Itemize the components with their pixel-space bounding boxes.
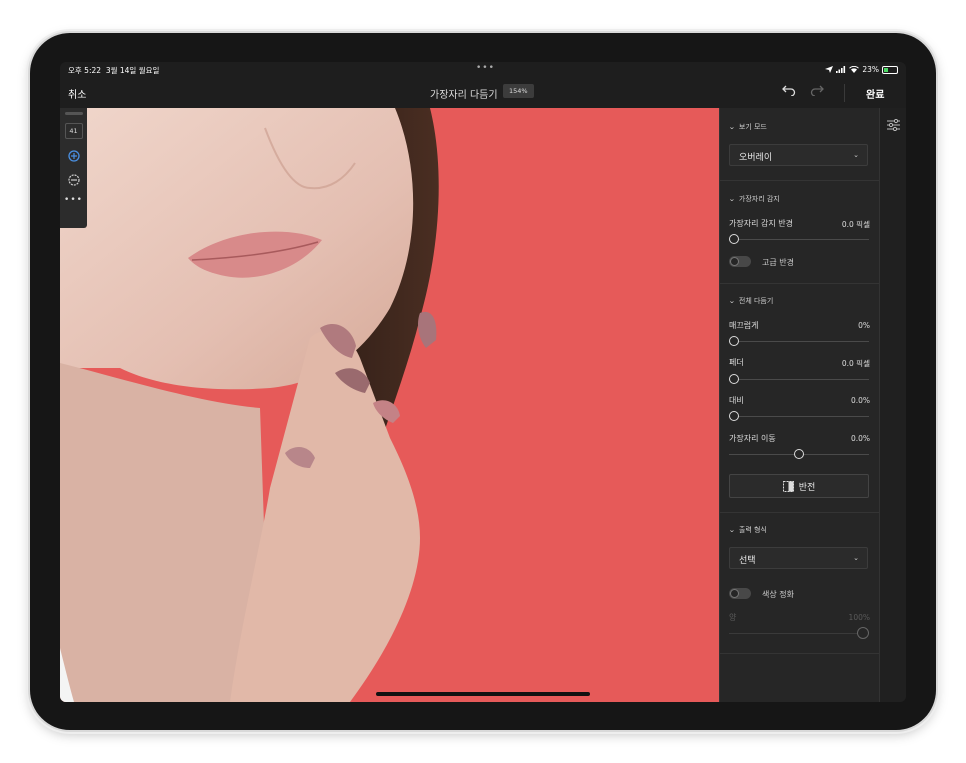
feather-slider[interactable] xyxy=(729,374,869,384)
slider-knob[interactable] xyxy=(729,374,739,384)
status-time: 오후 5:22 xyxy=(68,66,102,75)
slider-knob[interactable] xyxy=(729,336,739,346)
output-select[interactable]: 선택 ⌄ xyxy=(729,547,868,569)
app-screen: 오후 5:22 3월 14일 월요일 ••• 23% 취소 가장자리 다듬기 1… xyxy=(60,62,906,702)
portrait-photo xyxy=(60,108,439,702)
fingernail-shape xyxy=(418,311,437,348)
redo-icon[interactable] xyxy=(810,84,824,100)
chevron-down-icon: ⌄ xyxy=(853,554,859,562)
refine-edge-panel: ⌄ 보기 모드 오버레이 ⌄ ⌄ 가장자리 감지 가장자리 감지 반경 0.0 … xyxy=(719,108,880,702)
feather-label: 페더 xyxy=(729,358,744,367)
shift-edge-label: 가장자리 이동 xyxy=(729,434,776,443)
wifi-icon xyxy=(849,66,860,73)
chevron-down-icon: ⌄ xyxy=(853,151,859,159)
decontaminate-label: 색상 정화 xyxy=(762,590,794,599)
slider-knob[interactable] xyxy=(794,449,804,459)
section-view-mode[interactable]: ⌄ 보기 모드 xyxy=(728,122,766,132)
add-brush-icon[interactable] xyxy=(67,149,81,163)
amount-value: 100% xyxy=(848,613,870,622)
top-toolbar: 취소 가장자리 다듬기 154% 완료 xyxy=(60,78,906,109)
chevron-down-icon: ⌄ xyxy=(728,123,736,131)
contrast-slider[interactable] xyxy=(729,411,869,421)
section-edge-detection[interactable]: ⌄ 가장자리 감지 xyxy=(728,194,779,204)
done-button[interactable]: 완료 xyxy=(866,86,884,101)
section-divider xyxy=(720,512,880,513)
smooth-value: 0% xyxy=(858,321,870,330)
section-divider xyxy=(720,653,880,654)
toolbar-divider xyxy=(844,84,845,102)
cancel-button[interactable]: 취소 xyxy=(68,86,86,101)
chevron-down-icon: ⌄ xyxy=(728,297,736,305)
invert-button[interactable]: 반전 xyxy=(729,474,869,498)
battery-percent: 23% xyxy=(862,65,879,74)
slider-knob[interactable] xyxy=(729,234,739,244)
cellular-signal-icon xyxy=(836,66,846,73)
more-options-icon[interactable]: ••• xyxy=(64,195,83,205)
advanced-radius-label: 고급 반경 xyxy=(762,258,794,267)
zoom-level-badge[interactable]: 154% xyxy=(503,84,534,98)
section-divider xyxy=(720,180,880,181)
battery-icon xyxy=(882,65,898,74)
smooth-label: 매끄럽게 xyxy=(729,321,759,330)
amount-label: 양 xyxy=(729,613,737,622)
slider-knob[interactable] xyxy=(729,411,739,421)
feather-value: 0.0 픽셀 xyxy=(841,359,870,368)
contrast-value: 0.0% xyxy=(850,396,870,405)
chevron-down-icon: ⌄ xyxy=(728,526,736,534)
edge-radius-slider[interactable] xyxy=(729,234,869,244)
decontaminate-toggle[interactable] xyxy=(729,588,751,599)
brush-tool-strip: 41 ••• xyxy=(60,108,87,228)
slider-knob[interactable] xyxy=(857,627,869,639)
panel-tab-strip xyxy=(879,108,906,702)
section-global-refine[interactable]: ⌄ 전체 다듬기 xyxy=(728,296,773,306)
page-title: 가장자리 다듬기 xyxy=(430,90,498,101)
advanced-radius-toggle[interactable] xyxy=(729,256,751,267)
shift-edge-slider[interactable] xyxy=(729,449,869,459)
smooth-slider[interactable] xyxy=(729,336,869,346)
image-canvas[interactable] xyxy=(60,108,719,702)
invert-icon xyxy=(782,480,794,492)
sliders-icon[interactable] xyxy=(887,116,900,135)
home-indicator[interactable] xyxy=(376,692,590,696)
edge-radius-value: 0.0 픽셀 xyxy=(841,220,870,229)
drag-handle[interactable] xyxy=(64,112,83,115)
chevron-down-icon: ⌄ xyxy=(728,195,736,203)
status-date: 3월 14일 월요일 xyxy=(105,66,160,75)
undo-icon[interactable] xyxy=(782,84,796,100)
contrast-label: 대비 xyxy=(729,396,744,405)
view-mode-select[interactable]: 오버레이 ⌄ xyxy=(729,144,868,166)
shift-edge-value: 0.0% xyxy=(850,434,870,443)
edge-radius-label: 가장자리 감지 반경 xyxy=(729,219,793,228)
amount-slider[interactable] xyxy=(729,627,869,639)
section-output[interactable]: ⌄ 출력 형식 xyxy=(728,525,766,535)
location-icon xyxy=(825,66,834,73)
status-bar: 오후 5:22 3월 14일 월요일 ••• 23% xyxy=(60,62,906,78)
subtract-brush-icon[interactable] xyxy=(67,173,81,187)
section-divider xyxy=(720,283,880,284)
brush-size-control[interactable]: 41 xyxy=(64,123,83,139)
multitask-dots-icon[interactable]: ••• xyxy=(476,63,495,73)
